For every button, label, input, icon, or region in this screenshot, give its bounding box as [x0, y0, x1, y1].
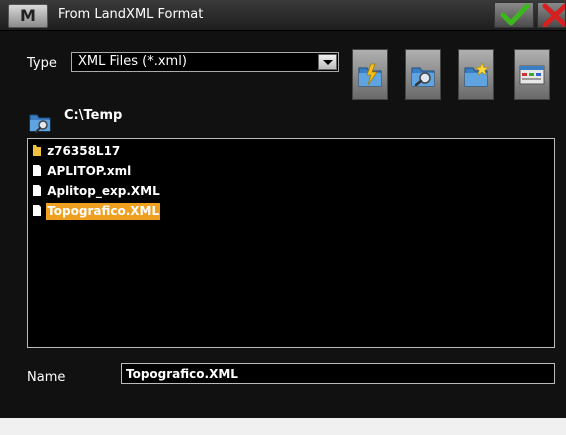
- menu-button[interactable]: M: [8, 4, 48, 28]
- file-name: APLITOP.xml: [47, 164, 132, 178]
- window-title: From LandXML Format: [58, 7, 204, 22]
- checkmark-icon: [500, 3, 530, 26]
- name-input[interactable]: [121, 363, 555, 384]
- list-item-file[interactable]: APLITOP.xml: [32, 163, 132, 180]
- list-item-file[interactable]: Aplitop_exp.XML: [32, 183, 161, 200]
- browse-folder-button[interactable]: [405, 49, 441, 100]
- bottom-bar: [0, 418, 566, 435]
- ok-button[interactable]: [494, 2, 534, 28]
- file-list[interactable]: z76358L17 APLITOP.xml Aplitop_exp.XML To…: [27, 138, 555, 348]
- list-item-folder[interactable]: z76358L17: [32, 143, 121, 160]
- folder-icon: [33, 145, 41, 156]
- name-label: Name: [27, 370, 66, 385]
- close-button[interactable]: [537, 2, 566, 28]
- close-icon: [542, 3, 565, 27]
- view-options-icon: [519, 65, 545, 85]
- title-bar: M From LandXML Format: [0, 0, 566, 31]
- type-label: Type: [27, 56, 57, 71]
- file-name: Aplitop_exp.XML: [47, 184, 160, 198]
- document-icon: [33, 205, 41, 216]
- list-item-file-selected[interactable]: Topografico.XML: [32, 203, 161, 220]
- new-folder-button[interactable]: [458, 49, 494, 100]
- type-dropdown-value: XML Files (*.xml): [78, 54, 187, 69]
- browse-folder-icon: [411, 67, 435, 87]
- new-folder-icon: [464, 62, 490, 87]
- chevron-down-icon[interactable]: [318, 54, 337, 70]
- folder-search-icon[interactable]: [28, 111, 54, 133]
- open-file-icon: [358, 63, 382, 87]
- type-dropdown[interactable]: XML Files (*.xml): [71, 52, 339, 72]
- view-options-button[interactable]: [514, 49, 550, 100]
- current-path: C:\Temp: [64, 108, 123, 123]
- document-icon: [33, 165, 41, 176]
- document-icon: [33, 185, 41, 196]
- open-file-button[interactable]: [352, 49, 388, 100]
- file-name: Topografico.XML: [46, 203, 161, 220]
- file-name: z76358L17: [47, 144, 121, 158]
